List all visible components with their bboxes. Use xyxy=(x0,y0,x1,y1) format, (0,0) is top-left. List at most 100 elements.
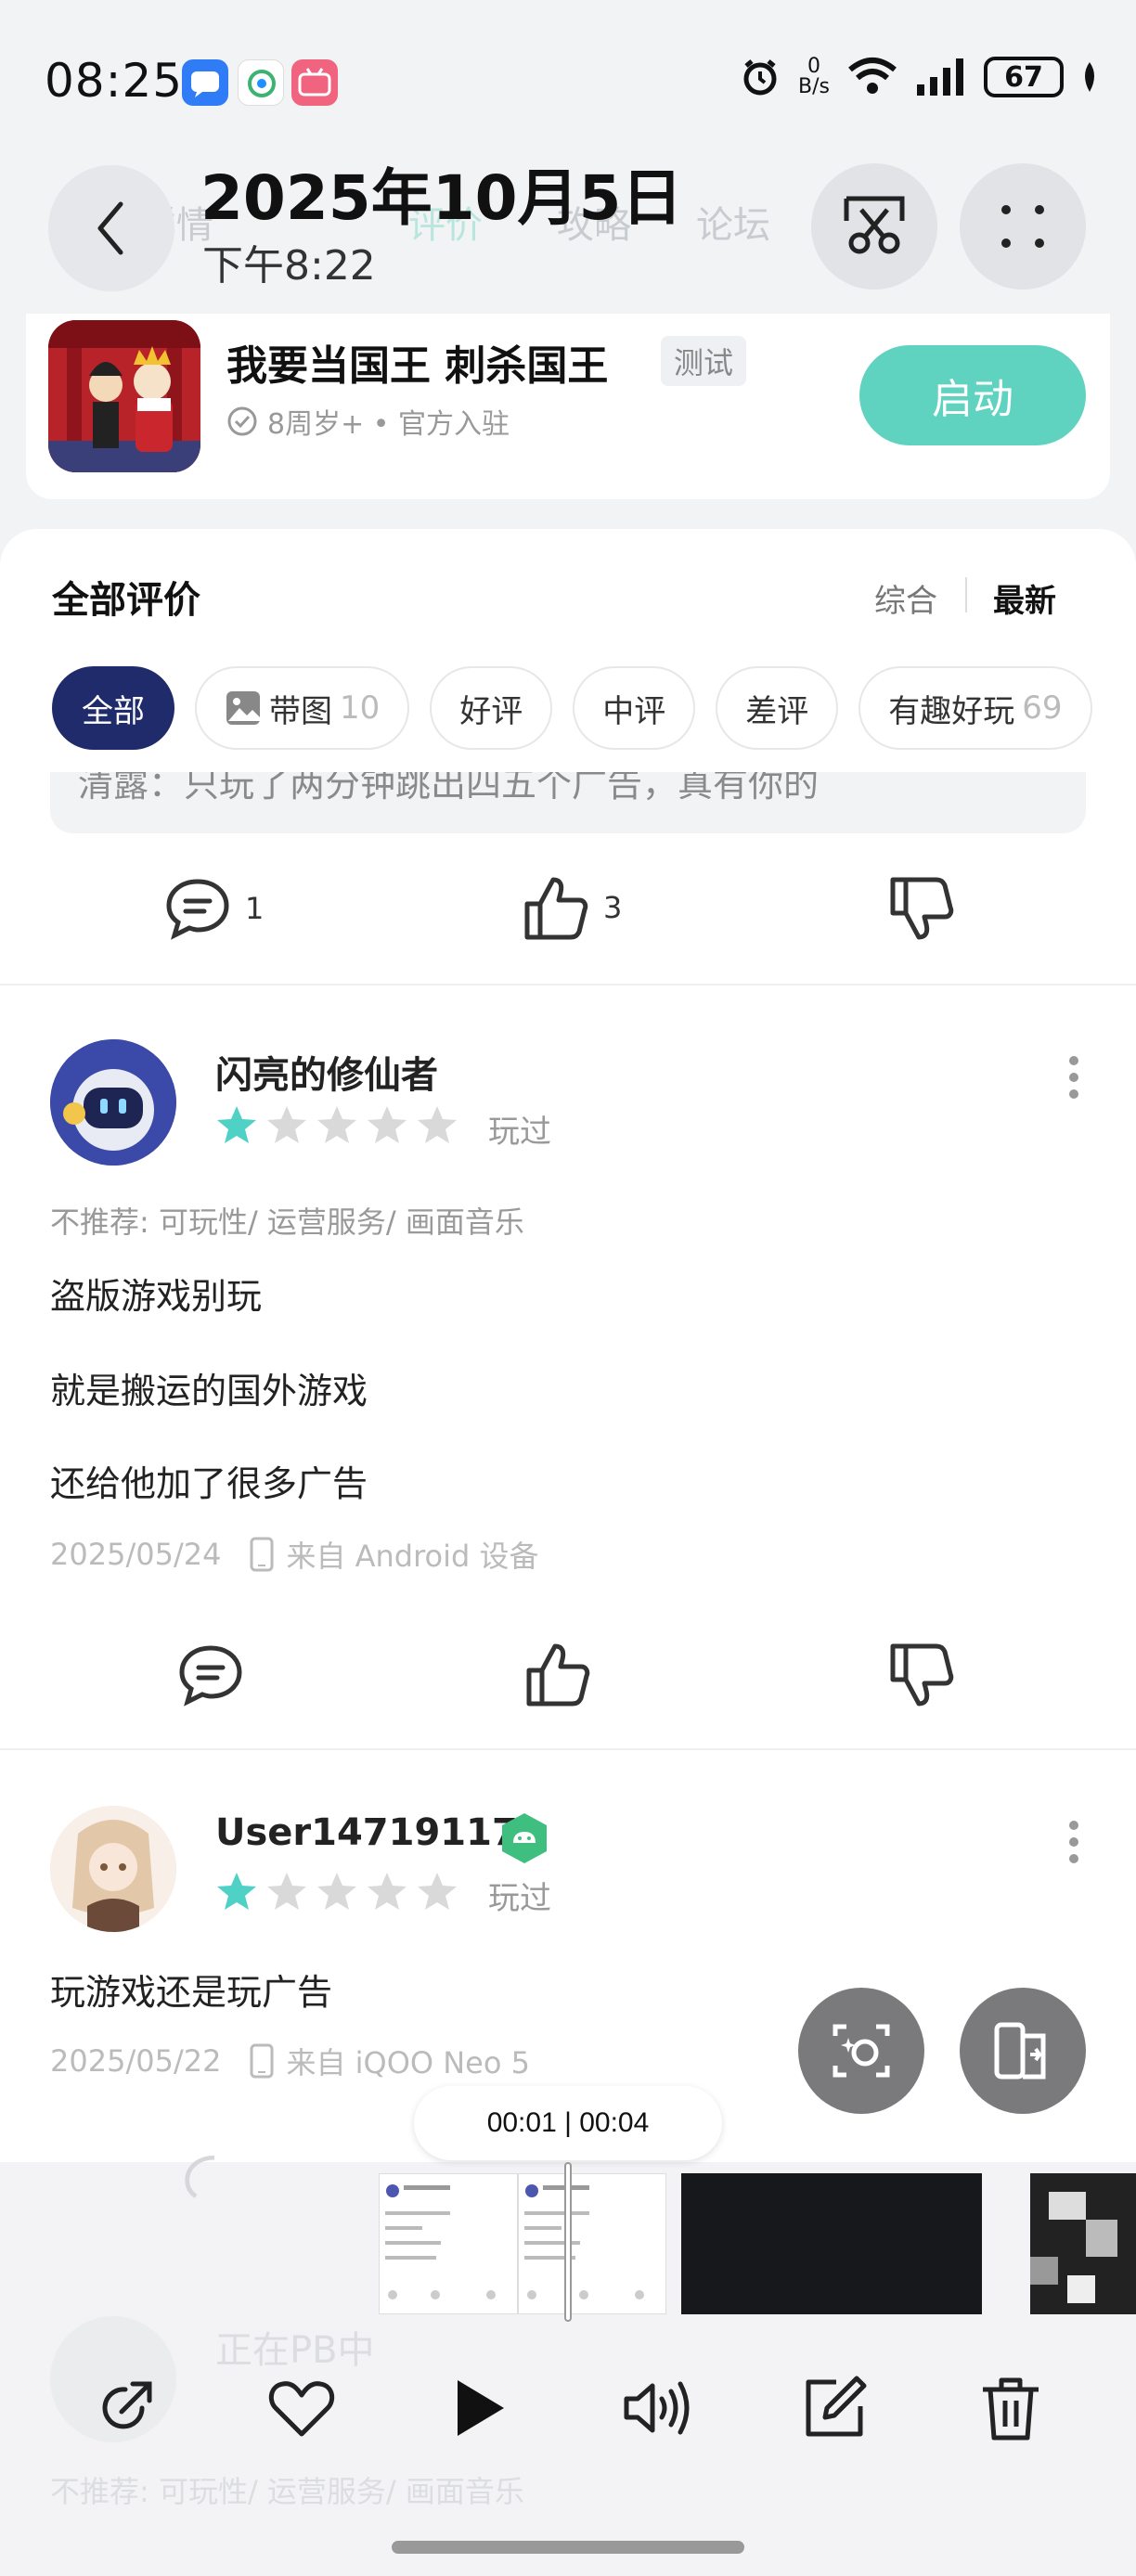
comment-button[interactable] xyxy=(176,1642,245,1707)
more-icon[interactable] xyxy=(1069,1821,1078,1863)
timeline-frame xyxy=(379,2173,518,2314)
more-icon[interactable] xyxy=(1069,1056,1078,1099)
editor-toolbar xyxy=(0,2357,1136,2459)
sort-latest[interactable]: 最新 xyxy=(993,575,1056,621)
review-date: 2025/05/22 xyxy=(50,2043,222,2079)
chip-fun[interactable]: 有趣好玩 69 xyxy=(858,666,1092,750)
video-timeline[interactable] xyxy=(379,2173,982,2314)
crop-button[interactable] xyxy=(811,163,937,290)
review-device: 来自 iQOO Neo 5 xyxy=(286,2045,530,2080)
screenshot-date: 2025年10月5日 xyxy=(200,162,683,234)
comment-button[interactable]: 1 xyxy=(163,876,264,941)
launch-button[interactable]: 启动 xyxy=(859,345,1086,445)
signal-icon xyxy=(915,57,967,97)
chip-with-images[interactable]: 带图 10 xyxy=(195,666,410,750)
long-screenshot-button[interactable] xyxy=(960,1988,1086,2114)
comment-icon xyxy=(163,876,232,941)
pixelated-thumbnail xyxy=(1030,2173,1136,2314)
back-button[interactable] xyxy=(48,165,174,291)
timeline-playhead[interactable] xyxy=(564,2162,572,2322)
previous-review-quote: 清露：只玩了两分钟跳出四五个广告，真有你的 xyxy=(50,772,1086,833)
thumbs-down-icon xyxy=(887,876,956,943)
leaf-icon xyxy=(1080,60,1099,94)
trash-icon[interactable] xyxy=(975,2373,1046,2443)
alarm-icon xyxy=(739,56,781,98)
star-empty-icon xyxy=(265,1104,308,1145)
verified-check-icon xyxy=(226,406,258,437)
edit-icon[interactable] xyxy=(799,2373,870,2443)
like-button[interactable] xyxy=(523,1641,592,1707)
star-rating xyxy=(215,1871,458,1912)
all-reviews-title: 全部评价 xyxy=(52,579,200,622)
star-empty-icon xyxy=(416,1871,458,1912)
phone-icon xyxy=(249,2042,275,2080)
heart-icon[interactable] xyxy=(266,2373,337,2443)
timeline-frame xyxy=(518,2173,666,2314)
game-icon[interactable] xyxy=(48,320,200,472)
review-line: 就是搬运的国外游戏 xyxy=(50,1371,368,1411)
camera-sparkle-icon xyxy=(828,2017,895,2084)
grid-dots-icon xyxy=(995,199,1051,254)
like-count: 3 xyxy=(603,890,623,925)
avatar[interactable] xyxy=(50,1806,176,1932)
star-rating xyxy=(215,1104,458,1145)
game-title: 我要当国王 刺杀国王 xyxy=(226,342,609,390)
thumbs-down-icon xyxy=(887,1642,956,1709)
star-filled-icon xyxy=(215,1871,258,1912)
star-empty-icon xyxy=(366,1871,408,1912)
dislike-button[interactable] xyxy=(887,1642,956,1709)
divider xyxy=(0,1748,1136,1750)
more-options-button[interactable] xyxy=(960,163,1086,290)
star-filled-icon xyxy=(215,1104,258,1145)
review-date: 2025/05/24 xyxy=(50,1537,222,1572)
smart-scan-button[interactable] xyxy=(798,1988,924,2114)
home-indicator[interactable] xyxy=(392,2541,744,2554)
sort-comprehensive[interactable]: 综合 xyxy=(874,575,937,621)
chip-neutral[interactable]: 中评 xyxy=(573,666,696,750)
chip-negative[interactable]: 差评 xyxy=(716,666,839,750)
game-meta: 8周岁+ • 官方入驻 xyxy=(226,401,510,442)
test-tag: 测试 xyxy=(661,336,747,386)
star-empty-icon xyxy=(316,1871,358,1912)
messages-app-icon xyxy=(182,59,228,106)
played-status: 玩过 xyxy=(488,1880,551,1917)
game-meta-text: 8周岁+ • 官方入驻 xyxy=(267,408,510,441)
mobile-carrier-icon xyxy=(238,59,284,106)
thumbs-up-icon xyxy=(522,874,590,941)
star-empty-icon xyxy=(316,1104,358,1145)
filter-chips: 全部 带图 10 好评 中评 差评 有趣好玩 69 xyxy=(52,666,1092,750)
username[interactable]: User14719117 xyxy=(215,1811,518,1854)
screenshot-time: 下午8:22 xyxy=(202,242,376,290)
wifi-icon xyxy=(846,57,898,97)
comment-count: 1 xyxy=(245,891,265,926)
share-icon[interactable] xyxy=(90,2373,161,2443)
like-button[interactable]: 3 xyxy=(522,874,622,941)
play-icon[interactable] xyxy=(443,2373,513,2443)
page-arrow-icon xyxy=(989,2017,1056,2084)
timeline-frame xyxy=(681,2173,982,2314)
volume-icon[interactable] xyxy=(619,2373,693,2443)
review-meta: 2025/05/22 来自 iQOO Neo 5 xyxy=(50,2040,530,2082)
star-empty-icon xyxy=(416,1104,458,1145)
review-line: 盗版游戏别玩 xyxy=(50,1276,263,1317)
review-meta: 2025/05/24 来自 Android 设备 xyxy=(50,1533,539,1576)
played-status: 玩过 xyxy=(488,1114,551,1151)
recommend-tags: 不推荐: 可玩性/ 运营服务/ 画面音乐 xyxy=(50,1204,524,1240)
chip-all[interactable]: 全部 xyxy=(52,666,174,750)
dislike-button[interactable] xyxy=(887,876,956,943)
android-badge-icon xyxy=(497,1811,551,1865)
status-bar: 08:25 0 B/s 67 xyxy=(0,0,1136,158)
comment-icon xyxy=(176,1642,245,1707)
star-empty-icon xyxy=(265,1871,308,1912)
image-icon xyxy=(225,689,262,727)
chip-positive[interactable]: 好评 xyxy=(430,666,553,750)
net-speed: 0 B/s xyxy=(798,55,830,98)
username[interactable]: 闪亮的修仙者 xyxy=(215,1045,438,1099)
thumbs-up-icon xyxy=(523,1641,592,1707)
avatar[interactable] xyxy=(50,1039,176,1166)
comment-icon xyxy=(182,2151,247,2203)
phone-icon xyxy=(249,1536,275,1573)
review-line: 还给他加了很多广告 xyxy=(50,1463,368,1504)
video-timestamp: 00:01 | 00:04 xyxy=(414,2086,722,2160)
bilibili-app-icon xyxy=(291,59,338,106)
